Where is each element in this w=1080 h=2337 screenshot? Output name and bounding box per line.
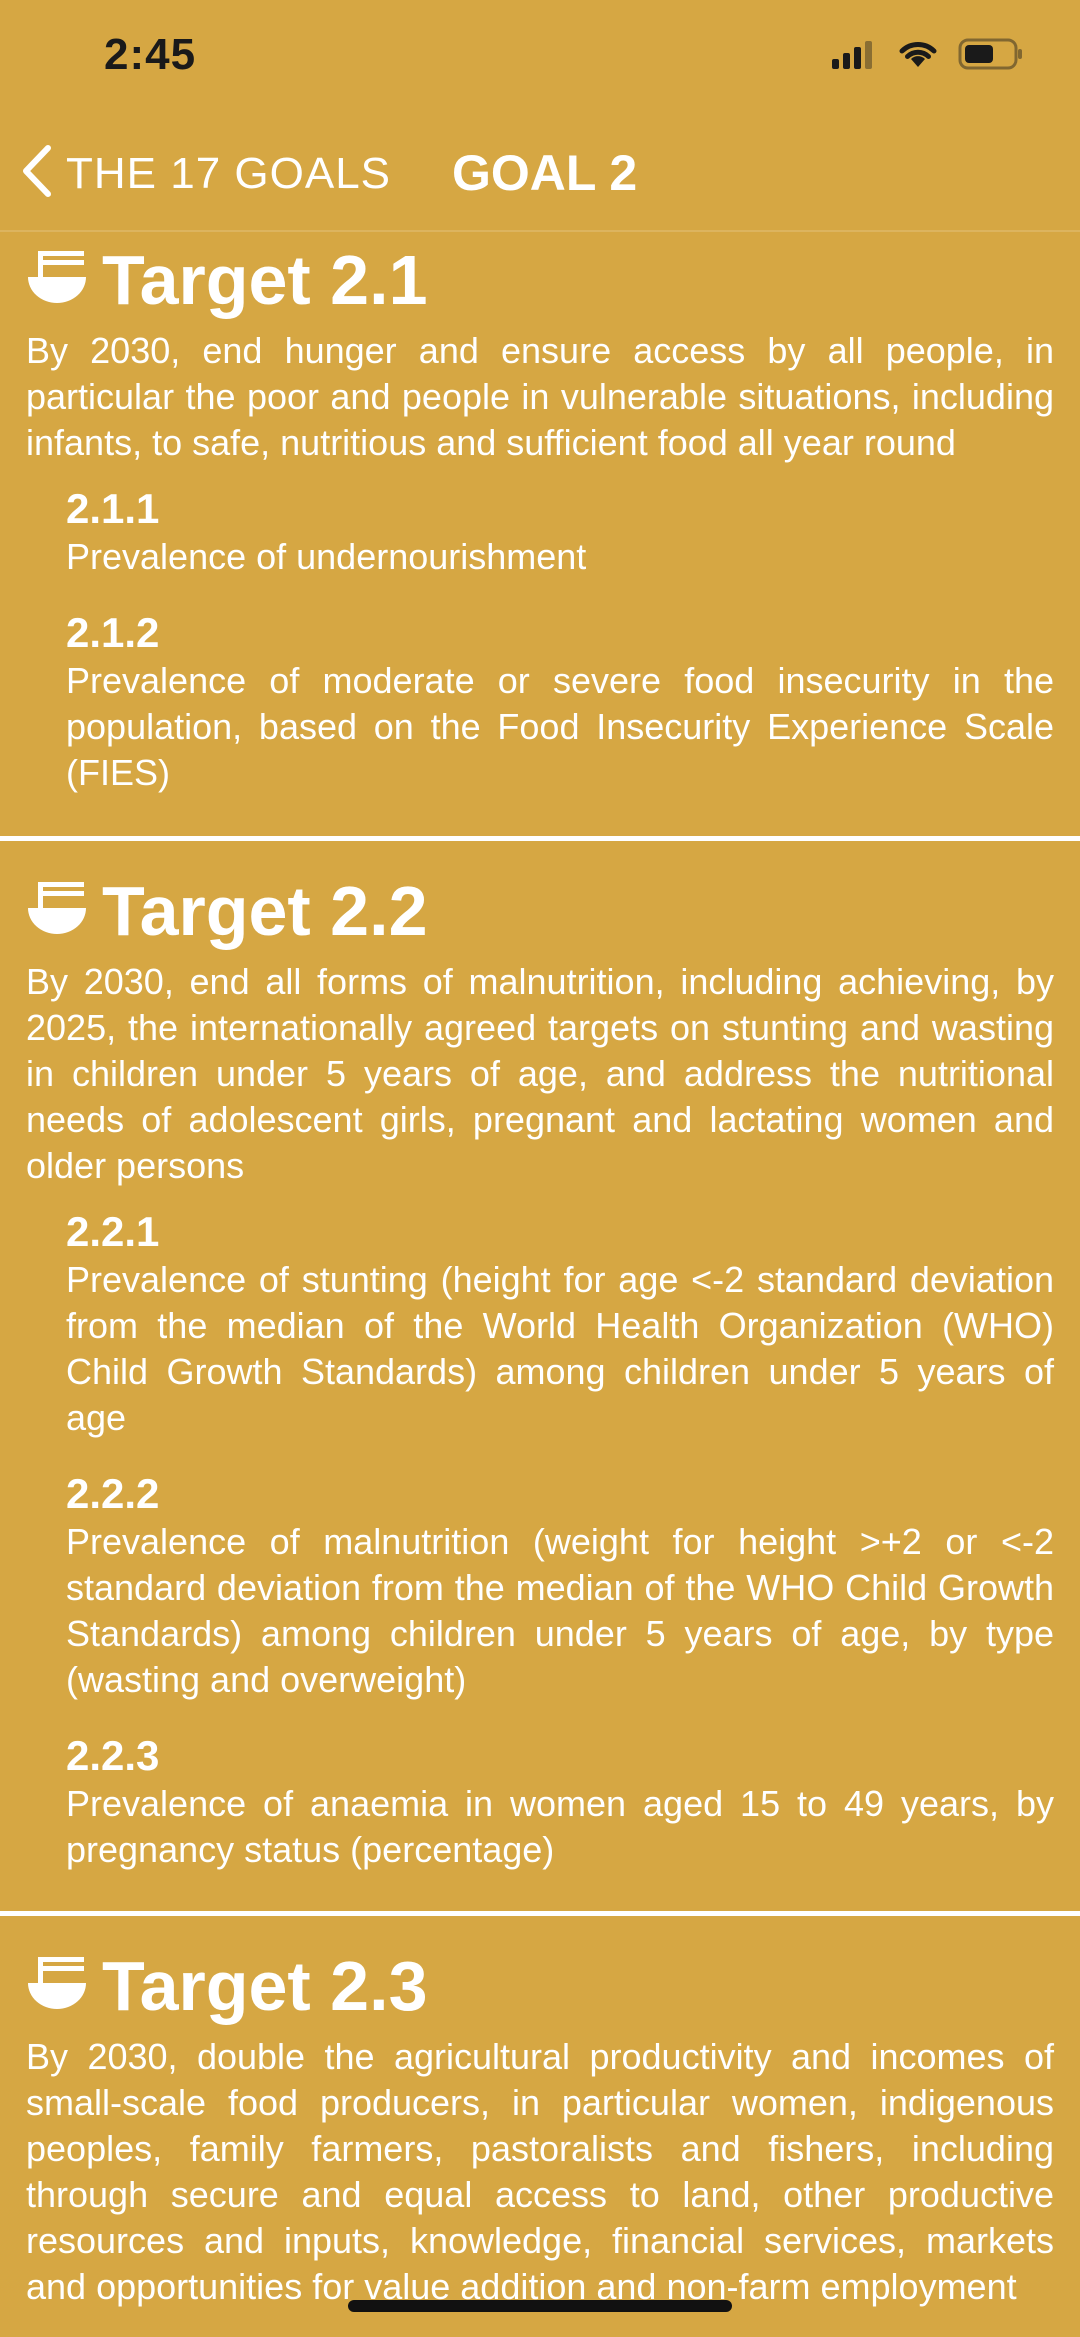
bowl-icon: [26, 249, 88, 312]
indicator-item: 2.2.2 Prevalence of malnutrition (weight…: [26, 1469, 1054, 1703]
navigation-bar: THE 17 GOALS GOAL 2: [0, 120, 1080, 232]
indicator-item: 2.1.2 Prevalence of moderate or severe f…: [26, 608, 1054, 796]
back-label: THE 17 GOALS: [66, 148, 392, 198]
target-title: Target 2.3: [102, 1947, 428, 2025]
target-header: Target 2.3: [26, 1938, 1054, 2034]
cellular-signal-icon: [832, 39, 878, 74]
back-button[interactable]: THE 17 GOALS: [18, 142, 391, 205]
bowl-icon: [26, 880, 88, 943]
target-card: Target 2.2 By 2030, end all forms of mal…: [0, 841, 1080, 1916]
status-bar: 2:45: [0, 0, 1080, 120]
target-description: By 2030, end hunger and ensure access by…: [26, 330, 1054, 463]
target-header: Target 2.2: [26, 863, 1054, 959]
target-description: By 2030, double the agricultural product…: [26, 2036, 1054, 2307]
target-card: Target 2.3 By 2030, double the agricultu…: [0, 1916, 1080, 2310]
status-icons: [832, 38, 1024, 75]
indicator-description: Prevalence of stunting (height for age <…: [66, 1259, 1054, 1438]
bowl-icon: [26, 1955, 88, 2018]
indicator-code: 2.1.2: [66, 609, 160, 656]
indicator-code: 2.1.1: [66, 485, 160, 532]
indicator-code: 2.2.2: [66, 1470, 160, 1517]
indicator-code: 2.2.1: [66, 1208, 160, 1255]
home-indicator[interactable]: [348, 2300, 732, 2312]
indicator-description: Prevalence of undernourishment: [66, 536, 587, 577]
target-title: Target 2.2: [102, 872, 428, 950]
indicator-code: 2.2.3: [66, 1732, 160, 1779]
indicator-item: 2.2.3 Prevalence of anaemia in women age…: [26, 1731, 1054, 1873]
targets-list[interactable]: Target 2.1 By 2030, end hunger and ensur…: [0, 232, 1080, 2310]
status-time: 2:45: [104, 30, 197, 79]
indicator-item: 2.1.1 Prevalence of undernourishment: [26, 484, 1054, 580]
target-description: By 2030, end all forms of malnutrition, …: [26, 961, 1054, 1186]
screen: 2:45 THE 17 GOALS GOAL 2 Target 2.1 By 2…: [0, 0, 1080, 2337]
target-title: Target 2.1: [102, 241, 428, 319]
target-header: Target 2.1: [26, 232, 1054, 328]
indicator-description: Prevalence of anaemia in women aged 15 t…: [66, 1783, 1054, 1870]
page-title: GOAL 2: [452, 145, 638, 201]
chevron-left-icon: [18, 142, 54, 205]
indicator-description: Prevalence of moderate or severe food in…: [66, 660, 1054, 793]
battery-icon: [958, 38, 1024, 75]
wifi-icon: [898, 39, 938, 74]
indicator-item: 2.2.1 Prevalence of stunting (height for…: [26, 1207, 1054, 1441]
indicator-description: Prevalence of malnutrition (weight for h…: [66, 1521, 1054, 1700]
target-card: Target 2.1 By 2030, end hunger and ensur…: [0, 232, 1080, 841]
